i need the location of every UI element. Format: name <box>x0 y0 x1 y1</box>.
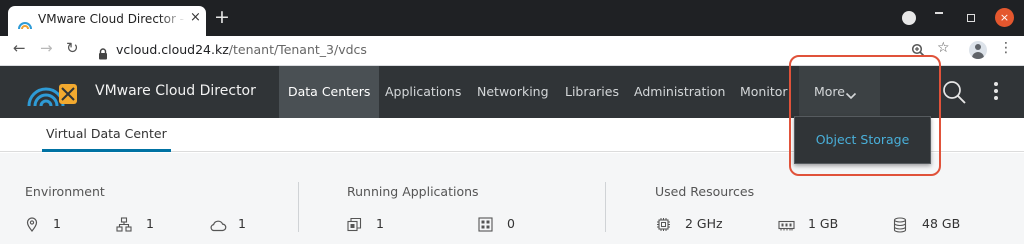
environment-networks-value: 1 <box>146 216 154 231</box>
url-input[interactable]: vcloud.cloud24.kz/tenant/Tenant_3/vdcs <box>116 42 367 57</box>
search-icon[interactable] <box>941 79 967 109</box>
location-pin-icon <box>26 217 38 236</box>
browser-tab[interactable]: VMware Cloud Director - VMware × <box>8 6 206 36</box>
browser-menu-icon[interactable]: ⋮ <box>999 41 1013 55</box>
back-button[interactable]: ← <box>13 41 26 56</box>
browser-tab-strip: VMware Cloud Director - VMware × + × <box>0 0 1024 36</box>
app-title: VMware Cloud Director <box>95 83 256 99</box>
running-applications-title: Running Applications <box>347 184 479 199</box>
tab-virtual-data-center[interactable]: Virtual Data Center <box>42 118 171 152</box>
cloud-icon <box>209 217 227 236</box>
vm-stack-icon <box>347 217 362 236</box>
environment-locations-value: 1 <box>53 216 61 231</box>
tab-close-icon[interactable]: × <box>190 11 201 24</box>
environment-clouds-value: 1 <box>238 216 246 231</box>
reload-button[interactable]: ↻ <box>66 41 79 56</box>
running-containers-value: 0 <box>507 216 515 231</box>
nav-data-centers[interactable]: Data Centers <box>279 66 380 118</box>
vcd-favicon-icon <box>17 15 33 34</box>
screen: VMware Cloud Director - VMware × + × ← →… <box>0 0 1024 244</box>
nav-applications[interactable]: Applications <box>385 66 461 118</box>
container-grid-icon <box>478 217 493 236</box>
running-vms-value: 1 <box>376 216 384 231</box>
nav-networking[interactable]: Networking <box>477 66 549 118</box>
user-profile-icon[interactable] <box>969 41 987 59</box>
chevron-down-icon[interactable] <box>845 86 857 105</box>
browser-toolbar: ← → ↻ vcloud.cloud24.kz/tenant/Tenant_3/… <box>0 36 1024 66</box>
bookmark-star-icon[interactable]: ☆ <box>937 41 950 55</box>
more-dropdown-menu: Object Storage <box>794 116 931 164</box>
divider <box>605 182 606 232</box>
storage-icon <box>893 217 907 237</box>
cpu-chip-icon <box>656 217 671 236</box>
window-close-button[interactable]: × <box>995 8 1014 27</box>
network-tree-icon <box>116 217 132 236</box>
forward-button[interactable]: → <box>40 41 53 56</box>
memory-icon <box>778 217 795 236</box>
new-tab-button[interactable]: + <box>214 8 230 27</box>
used-storage-value: 48 GB <box>922 216 961 231</box>
url-host: vcloud.cloud24.kz <box>116 42 229 57</box>
url-path: /tenant/Tenant_3/vdcs <box>228 42 367 57</box>
menu-item-object-storage[interactable]: Object Storage <box>795 117 930 163</box>
browser-profile-icon[interactable] <box>902 11 916 25</box>
nav-administration[interactable]: Administration <box>634 66 725 118</box>
lock-icon[interactable] <box>98 45 108 64</box>
browser-tab-title: VMware Cloud Director - VMware <box>38 12 186 26</box>
nav-monitor[interactable]: Monitor <box>740 66 788 118</box>
window-minimize-button[interactable] <box>935 12 943 14</box>
zoom-icon[interactable] <box>911 43 925 60</box>
vdc-summary-card: Environment 1 1 1 Running Applications 1… <box>0 153 1024 244</box>
nav-libraries[interactable]: Libraries <box>565 66 619 118</box>
window-maximize-button[interactable] <box>967 14 975 22</box>
divider <box>298 182 299 232</box>
used-cpu-value: 2 GHz <box>685 216 723 231</box>
used-memory-value: 1 GB <box>808 216 839 231</box>
environment-title: Environment <box>25 184 105 199</box>
used-resources-title: Used Resources <box>655 184 755 199</box>
app-header: VMware Cloud Director Data Centers Appli… <box>0 66 1024 118</box>
vcd-logo-icon <box>26 76 80 112</box>
app-menu-icon[interactable] <box>993 82 999 102</box>
nav-more-label[interactable]: More <box>814 66 845 118</box>
